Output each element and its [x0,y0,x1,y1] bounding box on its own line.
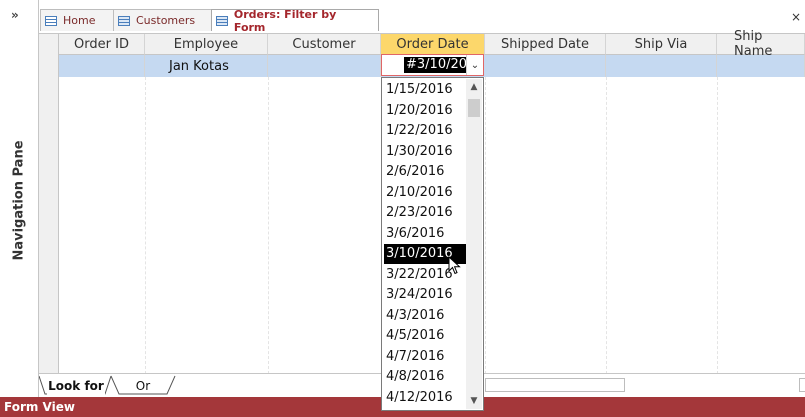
order-date-dropdown[interactable]: ▲ ▼ 1/15/2016 1/20/2016 1/22/2016 1/30/2016… [381,77,484,411]
filter-cell-ship-name[interactable] [717,55,805,77]
filter-cell-shipped-date[interactable] [485,55,606,77]
dropdown-option[interactable]: 2/10/2016 [384,183,466,203]
dropdown-option[interactable]: 1/15/2016 [384,80,466,100]
mouse-pointer-icon [448,256,461,275]
column-header-ship-via[interactable]: Ship Via [606,34,717,55]
column-header-customer[interactable]: Customer [268,34,381,55]
tab-orders-filter-by-form[interactable]: Orders: Filter by Form [211,7,379,34]
access-window: » Navigation Pane Home Customers Orders:… [0,0,805,417]
dropdown-option[interactable]: 1/30/2016 [384,142,466,162]
dropdown-option[interactable]: 4/7/2016 [384,347,466,367]
expand-nav-chevron-icon[interactable]: » [11,8,19,22]
dropdown-option[interactable]: 4/5/2016 [384,326,466,346]
tab-customers-label: Customers [136,14,196,27]
grid-line [717,77,718,374]
tab-customers[interactable]: Customers [113,9,213,31]
scroll-up-icon[interactable]: ▲ [466,79,482,95]
or-tab[interactable]: Or [119,376,167,396]
document-tab-strip: Home Customers Orders: Filter by Form × [39,0,805,34]
tab-home[interactable]: Home [40,9,115,31]
record-selector-column[interactable] [39,34,59,374]
chevron-down-icon[interactable]: ⌄ [466,55,483,75]
table-icon [118,15,130,26]
dropdown-option[interactable]: 3/6/2016 [384,224,466,244]
dropdown-option[interactable]: 4/8/2016 [384,367,466,387]
navigation-pane[interactable]: » Navigation Pane [0,0,39,397]
scroll-thumb[interactable] [468,99,480,117]
order-date-combo[interactable]: #3/10/20 ⌄ [381,54,484,76]
dropdown-option[interactable]: 2/23/2016 [384,203,466,223]
dropdown-option[interactable]: 4/12/2016 [384,388,466,408]
column-header-ship-name[interactable]: Ship Name [717,29,805,59]
grid-line [145,77,146,374]
form-icon [45,15,57,26]
close-icon[interactable]: × [791,10,801,24]
status-text: Form View [4,400,75,414]
dropdown-scrollbar[interactable]: ▲ ▼ [466,79,482,409]
navigation-pane-label: Navigation Pane [11,139,27,261]
column-header-order-date[interactable]: Order Date [381,34,485,55]
order-date-combo-value[interactable]: #3/10/20 [404,57,468,73]
horizontal-scrollbar-end[interactable] [799,378,805,392]
grid-line [485,77,486,374]
tab-orders-label: Orders: Filter by Form [233,7,337,34]
look-for-tab[interactable]: Look for [47,376,105,396]
table-icon [216,15,228,26]
filter-cell-customer[interactable] [268,55,381,77]
column-header-order-id[interactable]: Order ID [59,34,145,55]
dropdown-option[interactable]: 1/20/2016 [384,101,466,121]
navigation-pane-label-wrap: Navigation Pane [7,130,31,270]
horizontal-scrollbar[interactable] [485,378,625,392]
tab-home-label: Home [63,14,96,27]
column-header-employee[interactable]: Employee [145,34,268,55]
column-header-shipped-date[interactable]: Shipped Date [485,34,606,55]
scroll-down-icon[interactable]: ▼ [466,393,482,409]
dropdown-option[interactable]: 3/24/2016 [384,285,466,305]
filter-cell-ship-via[interactable] [606,55,717,77]
grid-line [606,77,607,374]
grid-line [268,77,269,374]
filter-cell-order-id[interactable] [59,55,145,77]
dropdown-option[interactable]: 4/3/2016 [384,306,466,326]
dropdown-option[interactable]: 1/22/2016 [384,121,466,141]
filter-cell-employee[interactable]: Jan Kotas [145,55,268,77]
dropdown-option[interactable]: 2/6/2016 [384,162,466,182]
